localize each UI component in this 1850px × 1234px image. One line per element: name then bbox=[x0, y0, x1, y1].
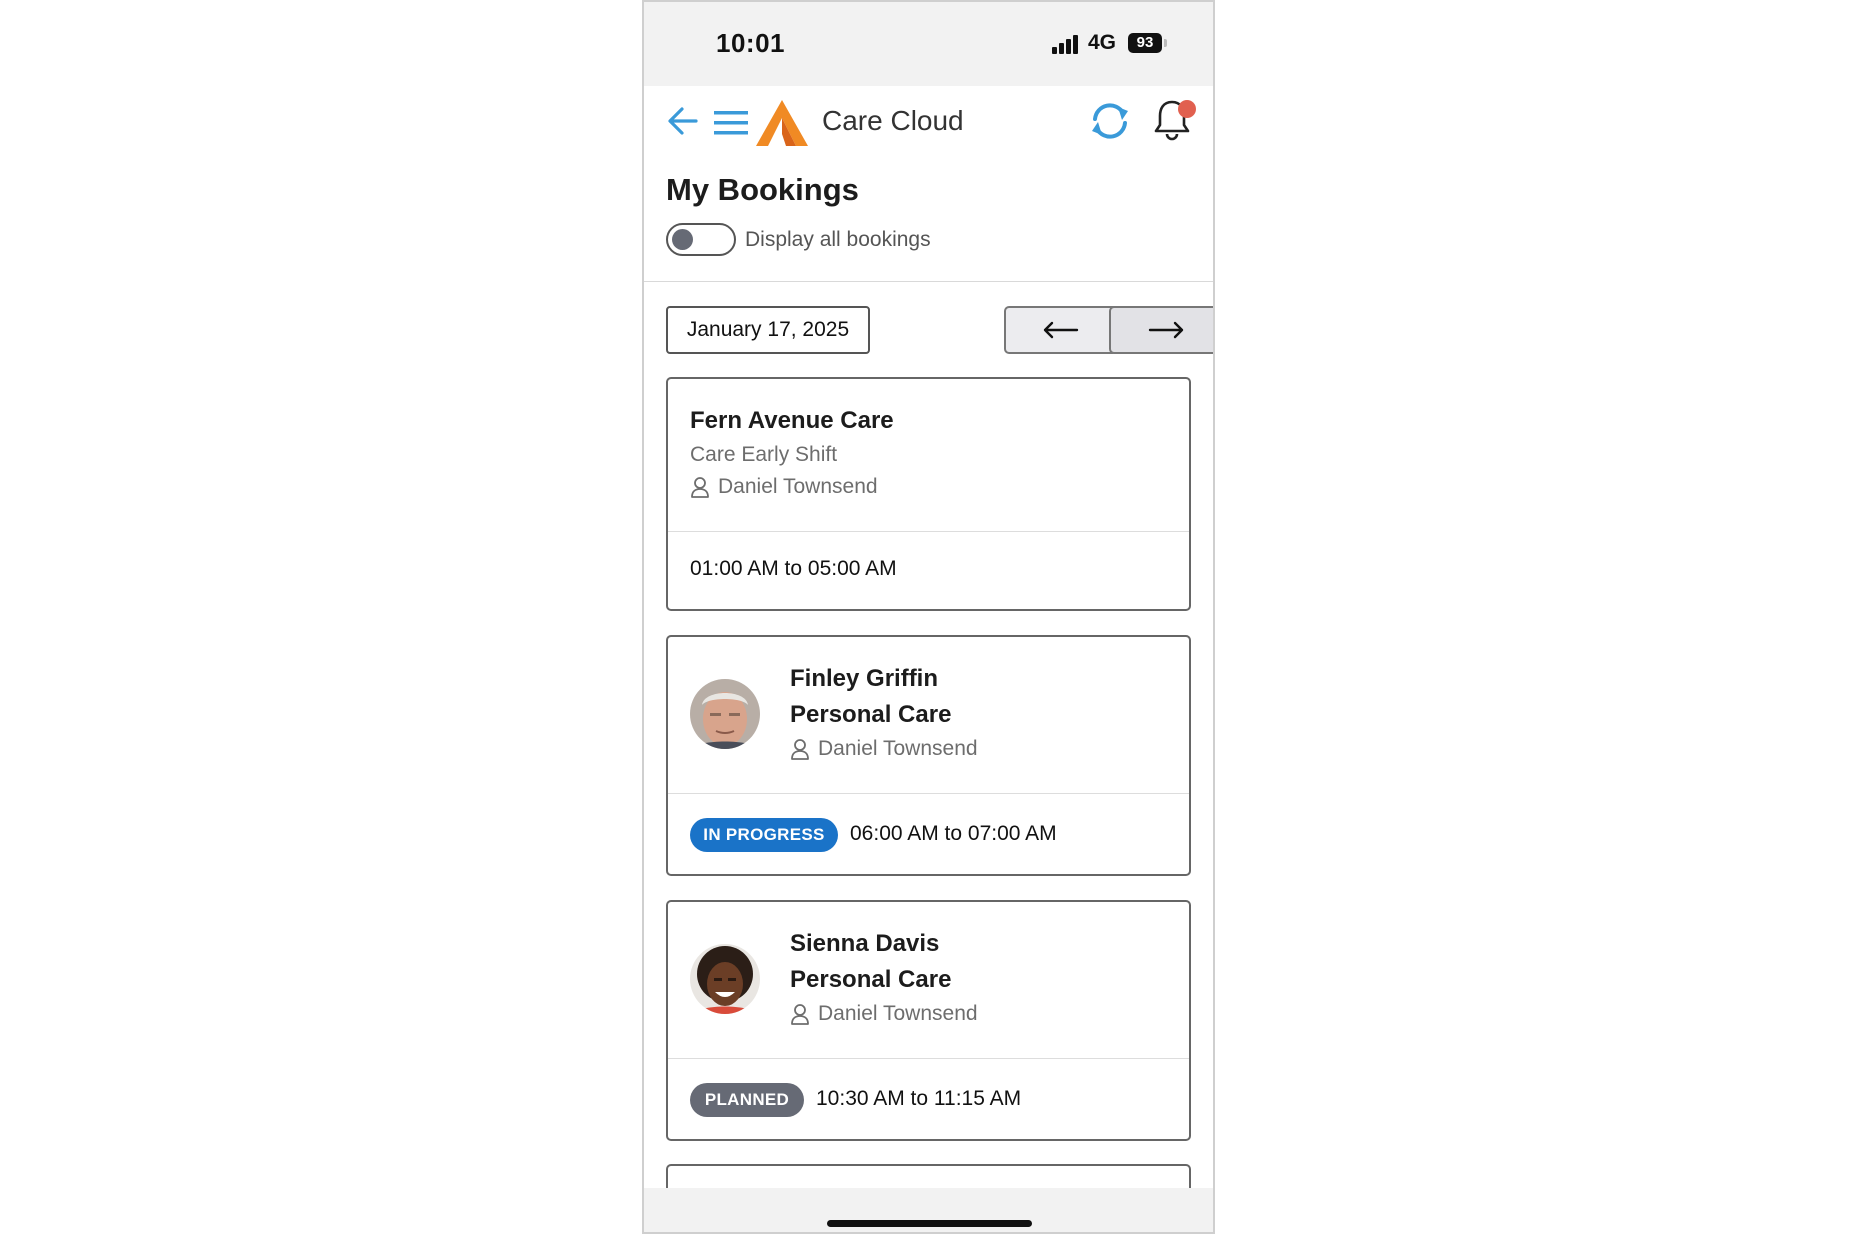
next-day-button[interactable] bbox=[1109, 306, 1213, 354]
person-icon bbox=[791, 1004, 809, 1025]
battery-icon: 93 bbox=[1128, 33, 1162, 53]
status-time: 10:01 bbox=[716, 28, 785, 58]
person-icon bbox=[791, 739, 809, 760]
arrow-right-icon bbox=[1148, 321, 1184, 339]
carer-row: Daniel Townsend bbox=[790, 1002, 978, 1026]
booking-time: 06:00 AM to 07:00 AM bbox=[850, 822, 1057, 845]
card-divider bbox=[668, 531, 1189, 532]
booking-title: Fern Avenue Care bbox=[690, 407, 894, 434]
sync-icon[interactable] bbox=[1088, 101, 1132, 141]
signal-icon bbox=[1052, 34, 1082, 54]
client-name: Finley Griffin bbox=[790, 665, 939, 692]
card-divider bbox=[668, 1058, 1189, 1059]
service-type: Personal Care bbox=[790, 966, 952, 993]
back-arrow-icon[interactable] bbox=[666, 104, 700, 138]
status-bar: 10:01 4G 93 bbox=[644, 2, 1213, 86]
date-selector[interactable]: January 17, 2025 bbox=[666, 306, 870, 354]
arrow-left-icon bbox=[1043, 321, 1079, 339]
booking-time: 10:30 AM to 11:15 AM bbox=[816, 1087, 1022, 1110]
client-name: Sienna Davis bbox=[790, 930, 940, 957]
booking-card[interactable]: Finley Griffin Personal Care Daniel Town… bbox=[666, 635, 1191, 876]
app-title: Care Cloud bbox=[822, 105, 964, 136]
carer-name: Daniel Townsend bbox=[818, 1002, 978, 1025]
phone-screen: 10:01 4G 93 Care Cloud My Bookings Displ… bbox=[642, 0, 1215, 1234]
client-avatar bbox=[690, 679, 760, 749]
network-type: 4G bbox=[1088, 31, 1117, 54]
toggle-knob bbox=[672, 229, 693, 250]
page-title: My Bookings bbox=[666, 172, 859, 207]
carer-name: Daniel Townsend bbox=[818, 737, 978, 760]
booking-card[interactable]: Fern Avenue Care Care Early Shift Daniel… bbox=[666, 377, 1191, 611]
booking-subtitle: Care Early Shift bbox=[690, 443, 838, 466]
toggle-label: Display all bookings bbox=[745, 228, 931, 251]
care-cloud-logo-icon bbox=[756, 100, 808, 146]
booking-card[interactable]: Sienna Davis Personal Care Daniel Townse… bbox=[666, 900, 1191, 1141]
hamburger-menu-icon[interactable] bbox=[714, 110, 748, 136]
home-indicator[interactable] bbox=[827, 1220, 1032, 1227]
carer-row: Daniel Townsend bbox=[690, 475, 878, 499]
carer-row: Daniel Townsend bbox=[790, 737, 978, 761]
status-badge: PLANNED bbox=[690, 1083, 804, 1117]
carer-name: Daniel Townsend bbox=[718, 475, 878, 498]
card-divider bbox=[668, 793, 1189, 794]
divider bbox=[644, 281, 1213, 282]
person-icon bbox=[691, 477, 709, 498]
status-badge: IN PROGRESS bbox=[690, 818, 838, 852]
battery-tip bbox=[1164, 39, 1167, 47]
booking-time: 01:00 AM to 05:00 AM bbox=[690, 557, 897, 580]
client-avatar bbox=[690, 944, 760, 1014]
display-all-toggle[interactable] bbox=[666, 223, 736, 256]
home-indicator-area bbox=[644, 1188, 1213, 1232]
previous-day-button[interactable] bbox=[1004, 306, 1118, 354]
service-type: Personal Care bbox=[790, 701, 952, 728]
notification-dot bbox=[1178, 100, 1196, 118]
